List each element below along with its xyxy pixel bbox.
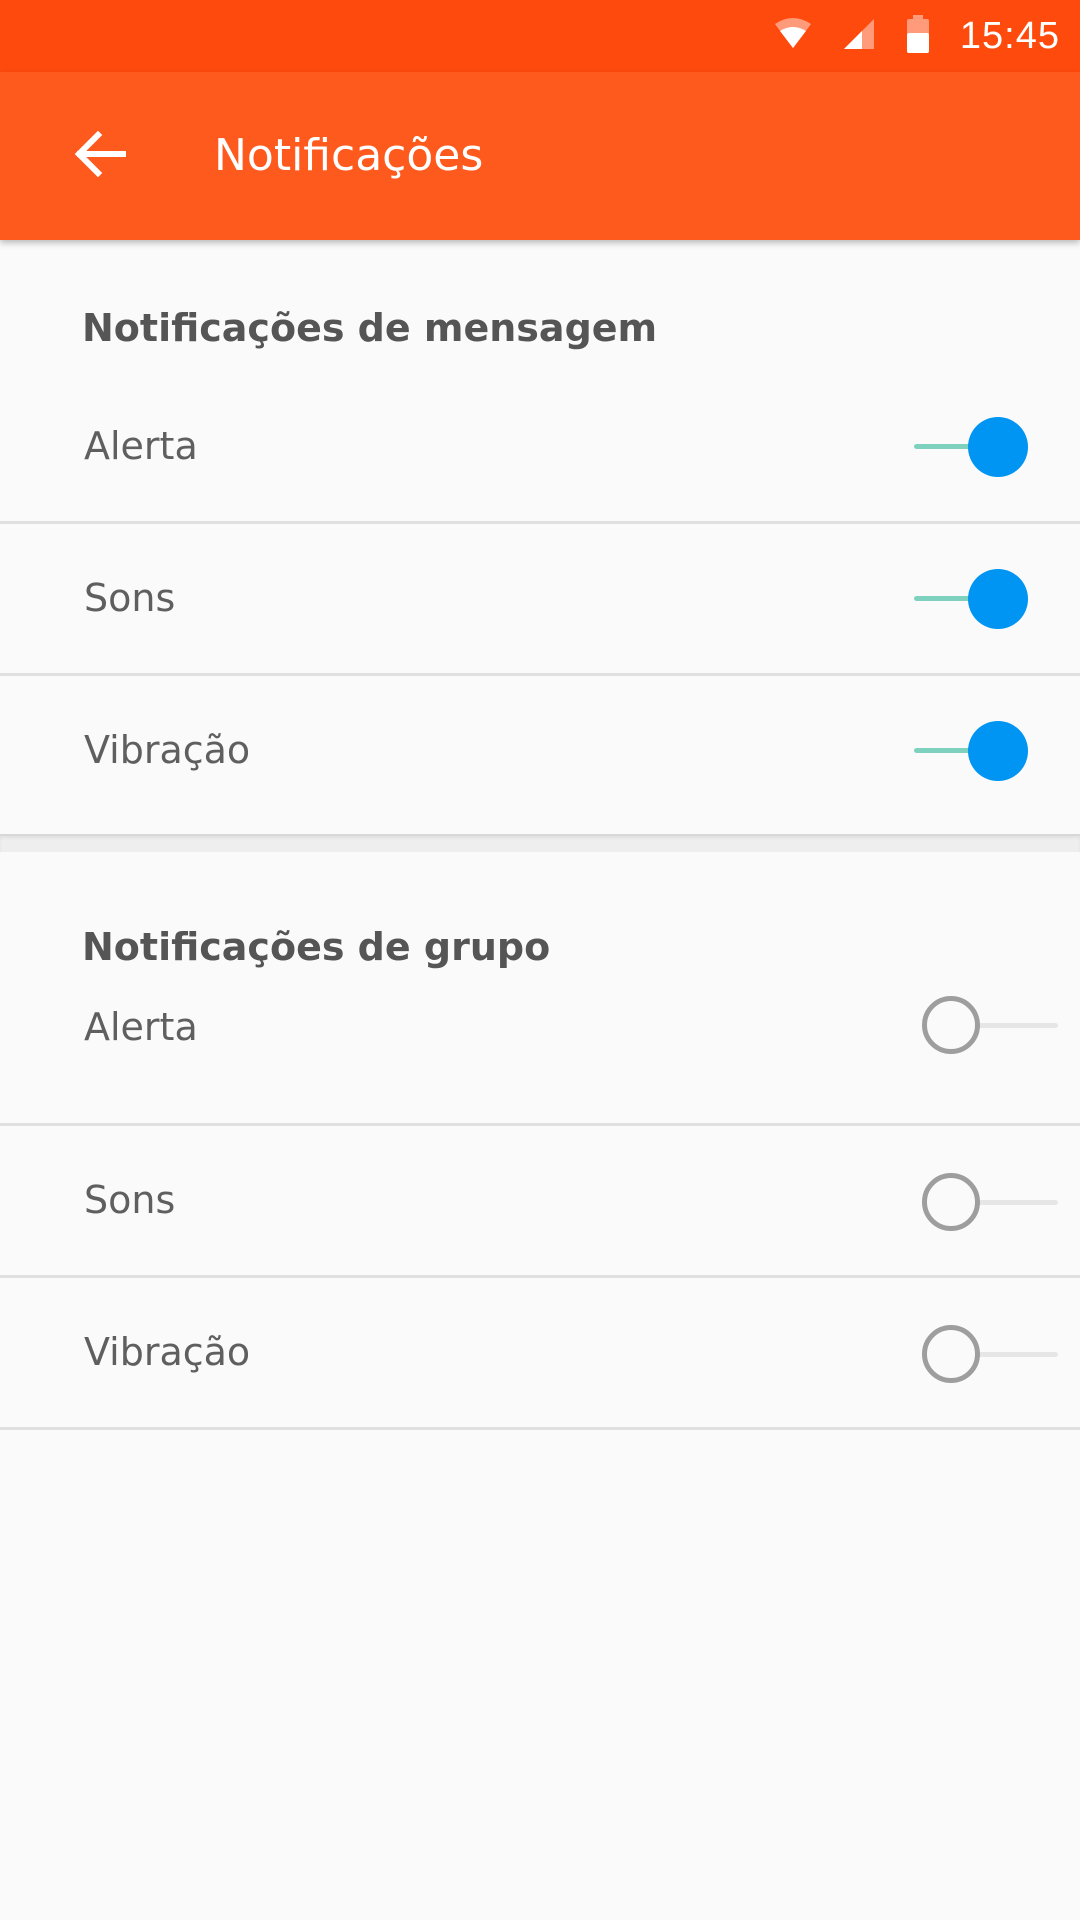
wifi-icon — [774, 18, 812, 54]
settings-row-message-alert[interactable]: Alerta — [0, 372, 1080, 524]
status-bar: 15:45 — [0, 0, 1080, 72]
row-label: Vibração — [84, 1330, 251, 1374]
settings-row-message-vibration[interactable]: Vibração — [0, 676, 1080, 834]
toggle-thumb — [922, 1325, 980, 1383]
toggle-thumb — [968, 569, 1028, 629]
settings-row-group-vibration[interactable]: Vibração — [0, 1278, 1080, 1430]
settings-content: Notificações de mensagem Alerta Sons Vib… — [0, 240, 1080, 1430]
toggle-thumb — [922, 1173, 980, 1231]
toggle-group-alert[interactable] — [922, 991, 1058, 1061]
toggle-message-sounds[interactable] — [914, 564, 1044, 634]
row-label: Sons — [84, 1178, 176, 1222]
toggle-group-vibration[interactable] — [922, 1320, 1058, 1390]
row-label: Sons — [84, 576, 176, 620]
toggle-thumb — [922, 996, 980, 1054]
section-group-notifications: Notificações de grupo Alerta Sons Vibraç… — [0, 852, 1080, 1430]
section-header: Notificações de grupo — [82, 925, 551, 969]
back-button[interactable] — [60, 116, 140, 196]
section-header: Notificações de mensagem — [82, 306, 658, 350]
arrow-left-icon — [74, 130, 127, 181]
section-divider — [0, 834, 1080, 852]
toggle-thumb — [968, 417, 1028, 477]
settings-row-message-sounds[interactable]: Sons — [0, 524, 1080, 676]
settings-row-group-alert[interactable]: Alerta — [0, 996, 1080, 1126]
signal-icon — [842, 17, 876, 55]
toggle-message-alert[interactable] — [914, 412, 1044, 482]
status-time: 15:45 — [959, 14, 1060, 57]
toggle-thumb — [968, 721, 1028, 781]
app-bar: Notificações — [0, 72, 1080, 240]
section-message-notifications: Notificações de mensagem Alerta Sons Vib… — [0, 240, 1080, 834]
page-title: Notificações — [214, 130, 484, 181]
battery-icon — [906, 15, 930, 57]
row-label: Alerta — [84, 1005, 198, 1049]
settings-row-group-sounds[interactable]: Sons — [0, 1126, 1080, 1278]
toggle-group-sounds[interactable] — [922, 1168, 1058, 1238]
row-label: Alerta — [84, 424, 198, 468]
toggle-message-vibration[interactable] — [914, 716, 1044, 786]
row-label: Vibração — [84, 728, 251, 772]
